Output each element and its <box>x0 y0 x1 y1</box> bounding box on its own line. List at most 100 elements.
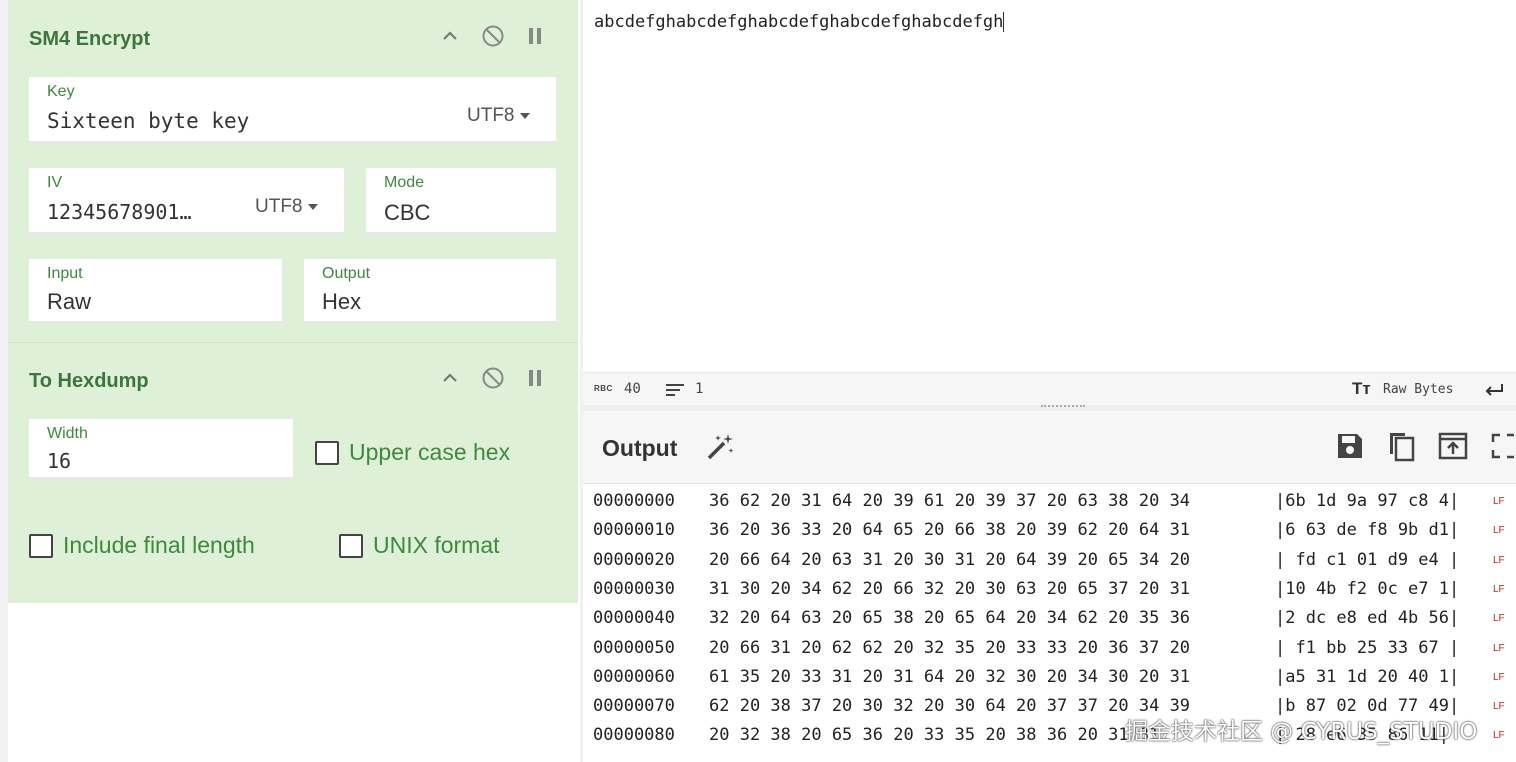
checkbox-box[interactable] <box>315 440 339 465</box>
include-final-length-label: Include final length <box>63 532 255 558</box>
iv-encoding-value: UTF8 <box>255 196 303 217</box>
key-encoding-dropdown[interactable]: UTF8 <box>467 105 530 127</box>
mode-select[interactable]: CBC <box>384 200 430 226</box>
input-format-field[interactable]: Input Raw <box>29 259 282 323</box>
hexdump-hex-bytes: 62 20 38 37 20 30 32 20 30 64 20 37 37 2… <box>709 696 1191 717</box>
copy-icon[interactable] <box>1385 429 1417 463</box>
upper-case-hex-label: Upper case hex <box>349 439 511 465</box>
key-label: Key <box>47 83 75 100</box>
to-hexdump-operation[interactable]: To Hexdump Width 16 Upper case hex Inclu… <box>8 343 578 603</box>
hexdump-ascii: | fd c1 01 d9 e4 | <box>1275 549 1460 570</box>
line-feed-marker: LF <box>1493 496 1505 507</box>
raw-bytes-label[interactable]: Raw Bytes <box>1383 382 1453 397</box>
hexdump-ascii: |a5 31 1d 20 40 1| <box>1275 666 1460 687</box>
hexdump-hex-bytes: 31 30 20 34 62 20 66 32 20 30 63 20 65 3… <box>709 578 1191 599</box>
width-label: Width <box>47 425 88 442</box>
unix-format-label: UNIX format <box>373 532 500 558</box>
mode-label: Mode <box>384 174 425 191</box>
recipe-panel-edge <box>0 0 8 762</box>
line-feed-marker: LF <box>1493 730 1505 742</box>
include-final-length-checkbox[interactable]: Include final length <box>29 532 255 559</box>
hexdump-offset: 00000010 <box>593 520 675 541</box>
iv-encoding-dropdown[interactable]: UTF8 <box>255 196 318 218</box>
caret-down-icon <box>519 112 530 119</box>
output-format-field[interactable]: Output Hex <box>304 259 556 323</box>
hexdump-offset: 00000050 <box>593 637 675 658</box>
replace-input-icon[interactable] <box>1437 431 1469 461</box>
checkbox-box[interactable] <box>29 533 53 558</box>
length-value: 40 <box>624 381 641 397</box>
input-text[interactable]: abcdefghabcdefghabcdefghabcdefghabcdefgh <box>594 12 1005 32</box>
watermark: 掘金技术社区 @ CYRUS_STUDIO <box>1125 719 1478 745</box>
line-feed-marker: LF <box>1493 671 1505 683</box>
hexdump-hex-bytes: 32 20 64 63 20 65 38 20 65 64 20 34 62 2… <box>709 608 1191 629</box>
pause-icon[interactable] <box>526 368 544 388</box>
text-cursor <box>1003 12 1005 32</box>
input-format-select[interactable]: Raw <box>47 289 91 315</box>
maximize-icon[interactable] <box>1491 433 1516 459</box>
hexdump-hex-bytes: 36 20 36 33 20 64 65 20 66 38 20 39 62 2… <box>709 520 1191 541</box>
hexdump-hex-bytes: 36 62 20 31 64 20 39 61 20 39 37 20 63 3… <box>709 491 1191 511</box>
line-feed-marker: LF <box>1493 642 1505 654</box>
width-input[interactable]: 16 <box>47 449 71 473</box>
text-format-icon[interactable]: Tт <box>1352 379 1371 399</box>
disable-icon[interactable] <box>481 366 505 390</box>
input-status-bar: RBC 40 1 Tт Raw Bytes <box>583 372 1516 406</box>
line-feed-marker: LF <box>1493 583 1505 595</box>
splitter-grip[interactable] <box>1041 405 1085 410</box>
sm4-encrypt-title: SM4 Encrypt <box>29 28 151 50</box>
caret-down-icon <box>307 203 318 210</box>
key-encoding-value: UTF8 <box>467 105 515 126</box>
recipe-panel: SM4 Encrypt Key Sixteen byte key UTF8 IV… <box>0 0 583 762</box>
mode-field[interactable]: Mode CBC <box>366 168 556 234</box>
line-feed-marker: LF <box>1493 554 1505 566</box>
hexdump-offset: 00000070 <box>593 696 675 717</box>
hexdump-ascii: |2 dc e8 ed 4b 56| <box>1275 608 1460 629</box>
output-header: Output <box>583 411 1516 484</box>
output-format-label: Output <box>322 265 371 282</box>
save-icon[interactable] <box>1335 431 1365 461</box>
unix-format-checkbox[interactable]: UNIX format <box>339 532 500 559</box>
chevron-up-icon[interactable] <box>440 26 460 46</box>
pause-icon[interactable] <box>526 26 544 46</box>
hexdump-offset: 00000030 <box>593 578 675 599</box>
output-format-select[interactable]: Hex <box>322 289 361 315</box>
checkbox-box[interactable] <box>339 533 363 558</box>
enter-icon[interactable] <box>1483 381 1505 399</box>
length-icon: RBC <box>594 384 613 393</box>
input-text-content: abcdefghabcdefghabcdefghabcdefghabcdefgh <box>594 12 1004 32</box>
iv-input[interactable]: 12345678901… <box>47 200 192 224</box>
iv-field[interactable]: IV 12345678901… UTF8 <box>29 168 344 234</box>
hexdump-hex-bytes: 20 66 31 20 62 62 20 32 35 20 33 33 20 3… <box>709 637 1191 658</box>
input-format-label: Input <box>47 265 83 282</box>
hexdump-ascii: |6b 1d 9a 97 c8 4| <box>1275 491 1460 511</box>
lines-value: 1 <box>695 381 704 397</box>
magic-wand-icon[interactable] <box>704 431 736 463</box>
key-field[interactable]: Key Sixteen byte key UTF8 <box>29 77 556 143</box>
lines-icon <box>666 384 684 396</box>
hexdump-offset: 00000000 <box>593 491 675 511</box>
hexdump-ascii: |6 63 de f8 9b d1| <box>1275 520 1460 541</box>
hexdump-offset: 00000040 <box>593 608 675 629</box>
hexdump-offset: 00000080 <box>593 725 675 746</box>
sm4-encrypt-operation[interactable]: SM4 Encrypt Key Sixteen byte key UTF8 IV… <box>8 0 578 343</box>
iv-label: IV <box>47 174 63 191</box>
output-title: Output <box>602 435 678 461</box>
hexdump-hex-bytes: 20 66 64 20 63 31 20 30 31 20 64 39 20 6… <box>709 549 1191 570</box>
line-feed-marker: LF <box>1493 525 1505 537</box>
width-field[interactable]: Width 16 <box>29 419 293 479</box>
hexdump-ascii: |10 4b f2 0c e7 1| <box>1275 578 1460 599</box>
hexdump-ascii: | f1 bb 25 33 67 | <box>1275 637 1460 658</box>
hexdump-offset: 00000060 <box>593 666 675 687</box>
line-feed-marker: LF <box>1493 613 1505 625</box>
to-hexdump-title: To Hexdump <box>29 370 149 392</box>
hexdump-hex-bytes: 20 32 38 20 65 36 20 33 35 20 38 36 20 3… <box>709 725 1160 746</box>
hexdump-hex-bytes: 61 35 20 33 31 20 31 64 20 32 30 20 34 3… <box>709 666 1191 687</box>
disable-icon[interactable] <box>481 24 505 48</box>
key-input[interactable]: Sixteen byte key <box>47 109 249 133</box>
hexdump-offset: 00000020 <box>593 549 675 570</box>
line-feed-marker: LF <box>1493 701 1505 713</box>
input-area[interactable]: abcdefghabcdefghabcdefghabcdefghabcdefgh <box>583 0 1516 372</box>
chevron-up-icon[interactable] <box>440 368 460 388</box>
upper-case-hex-checkbox[interactable]: Upper case hex <box>315 439 510 466</box>
